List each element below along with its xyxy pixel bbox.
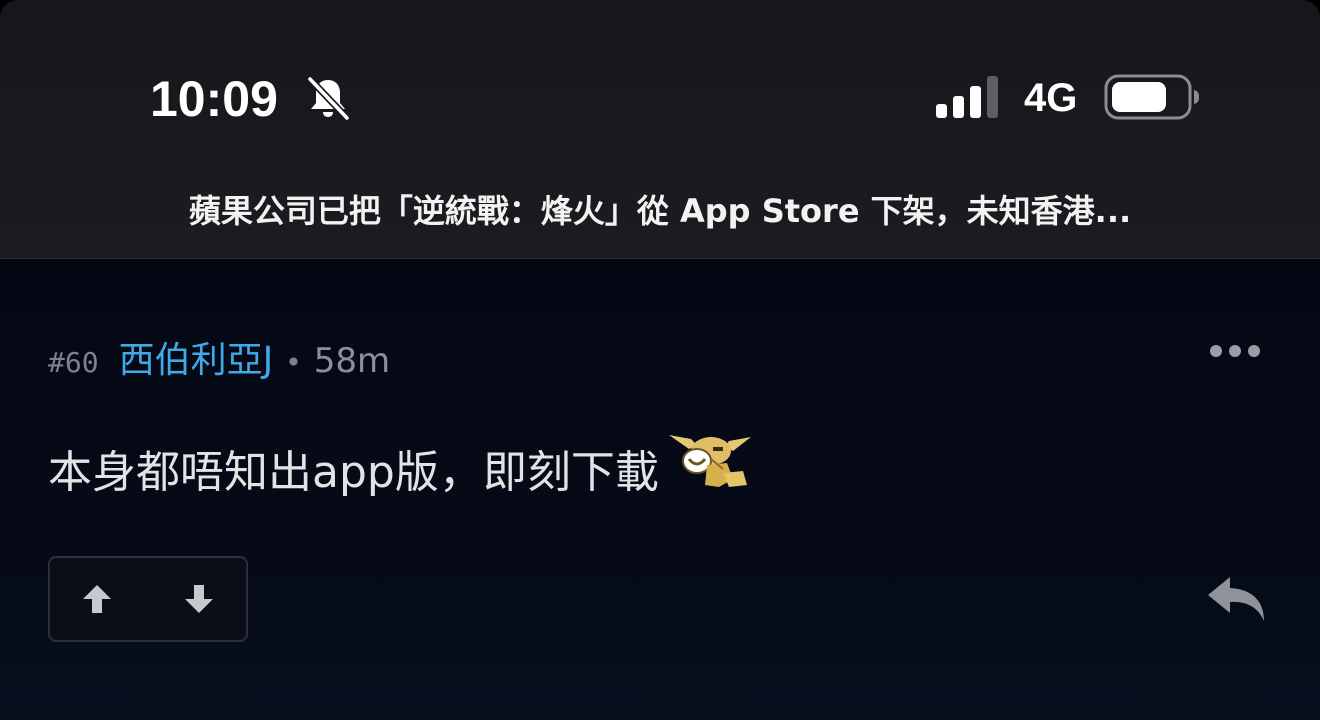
post-floor-number: #60 (48, 346, 99, 379)
top-bar: 10:09 4G 蘋果公司已把「逆統戰：烽火」從 App Store 下架，未知… (0, 0, 1320, 259)
post-meta: #60 西伯利亞J • 58m (48, 331, 390, 381)
status-time: 10:09 (150, 71, 278, 127)
cellular-signal-icon (936, 76, 998, 118)
post-time: 58m (313, 341, 391, 381)
network-type: 4G (1024, 76, 1078, 120)
battery-icon (1104, 74, 1199, 120)
post-username[interactable]: 西伯利亞J (119, 331, 274, 383)
meta-separator: • (285, 346, 302, 379)
laughing-creature-emoji-icon (668, 435, 751, 487)
vote-box (48, 556, 248, 642)
app-screen: 10:09 4G 蘋果公司已把「逆統戰：烽火」從 App Store 下架，未知… (0, 0, 1320, 720)
post-item: #60 西伯利亞J • 58m 本身都唔知出app版，即刻下載 (0, 259, 1320, 720)
thread-title[interactable]: 蘋果公司已把「逆統戰：烽火」從 App Store 下架，未知香港... (0, 186, 1320, 232)
reply-arrow-icon[interactable] (1204, 571, 1268, 627)
bell-slash-icon (306, 75, 351, 122)
more-dots-icon[interactable] (1208, 343, 1262, 359)
arrow-down-icon[interactable] (182, 582, 216, 616)
post-content: 本身都唔知出app版，即刻下載 (48, 435, 753, 499)
post-content-text: 本身都唔知出app版，即刻下載 (48, 447, 659, 498)
arrow-up-icon[interactable] (80, 582, 114, 616)
